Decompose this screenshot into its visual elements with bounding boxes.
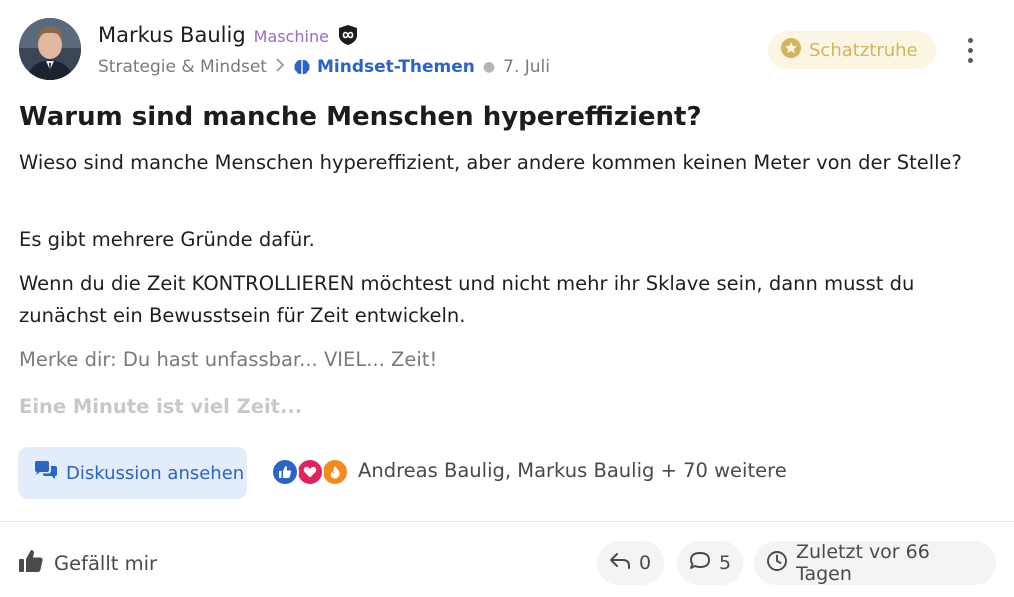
star-coin-icon: [781, 38, 801, 62]
post-paragraph: Es gibt mehrere Gründe dafür.: [19, 228, 315, 251]
author-role: Maschine: [253, 27, 329, 46]
reacted-by-text[interactable]: Andreas Baulig, Markus Baulig + 70 weite…: [358, 459, 787, 482]
breadcrumb-category[interactable]: Strategie & Mindset: [98, 57, 267, 77]
thumbs-up-icon: [18, 549, 44, 577]
like-button[interactable]: Gefällt mir: [18, 546, 157, 580]
separator-dot: ●: [482, 59, 496, 75]
share-count: 0: [639, 552, 652, 574]
post-paragraph: Wenn du die Zeit KONTROLLIEREN möchtest …: [19, 272, 915, 327]
share-button[interactable]: 0: [597, 541, 664, 585]
like-label: Gefällt mir: [54, 551, 158, 575]
brain-icon: [293, 58, 311, 76]
post-paragraph: Merke dir: Du hast unfassbar... VIEL... …: [19, 348, 438, 371]
infinity-shield-icon: [337, 24, 359, 46]
reaction-icons[interactable]: [271, 458, 351, 488]
breadcrumb-subcategory[interactable]: Mindset-Themen: [317, 57, 475, 77]
chat-bubbles-icon: [34, 461, 58, 485]
view-discussion-button[interactable]: Diskussion ansehen: [18, 447, 247, 499]
treasure-button[interactable]: Schatztruhe: [768, 31, 936, 69]
post-paragraph: Wieso sind manche Menschen hypereffizien…: [19, 151, 962, 174]
post-paragraph-faded: Eine Minute ist viel Zeit...: [19, 395, 303, 418]
view-discussion-label: Diskussion ansehen: [66, 462, 245, 484]
like-reaction-icon: [271, 458, 299, 486]
avatar[interactable]: [19, 18, 81, 80]
divider: [0, 521, 1014, 522]
clock-icon: [766, 550, 788, 576]
post-card: Markus Baulig Maschine Strategie & Minds…: [0, 0, 1014, 597]
more-options-icon[interactable]: [959, 34, 981, 66]
author-line: Markus Baulig Maschine: [98, 20, 359, 50]
last-activity-button[interactable]: Zuletzt vor 66 Tagen: [754, 541, 996, 585]
breadcrumb: Strategie & Mindset Mindset-Themen ● 7. …: [98, 54, 550, 80]
comment-count: 5: [719, 552, 732, 574]
last-activity-text: Zuletzt vor 66 Tagen: [796, 541, 930, 585]
love-reaction-icon: [296, 458, 324, 486]
share-arrow-icon: [609, 552, 631, 574]
chevron-right-icon: [275, 58, 285, 76]
comment-bubble-icon: [689, 551, 711, 575]
author-name[interactable]: Markus Baulig: [98, 23, 246, 47]
post-date: 7. Juli: [503, 57, 550, 77]
fire-reaction-icon: [321, 458, 349, 486]
treasure-label: Schatztruhe: [809, 39, 918, 61]
comments-button[interactable]: 5: [677, 541, 743, 585]
post-title[interactable]: Warum sind manche Menschen hypereffizien…: [19, 102, 702, 132]
